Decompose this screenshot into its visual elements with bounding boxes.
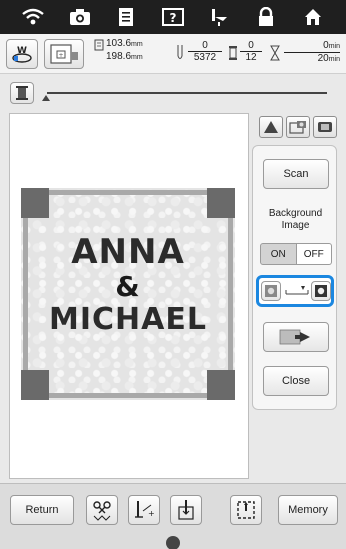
background-on-button[interactable]: ON [260, 243, 297, 265]
stitch-total: 5372 [188, 51, 222, 63]
camera-icon[interactable] [66, 5, 94, 29]
help-icon[interactable]: ? [159, 5, 187, 29]
triangle-icon [264, 121, 278, 133]
time-total: 20 [317, 53, 329, 64]
hourglass-icon [270, 45, 280, 61]
presser-foot-w-button[interactable]: W [6, 39, 38, 69]
clock-icon[interactable] [166, 536, 180, 549]
top-status-bar: ? [0, 0, 346, 34]
background-label-line-1: Background [268, 208, 323, 219]
background-label-line-2: Image [281, 220, 310, 231]
color-total: 12 [240, 51, 262, 63]
size-icon [94, 39, 104, 51]
design-text-line-2: & [115, 270, 141, 303]
embroidery-canvas[interactable]: ANNA & MICHAEL [9, 113, 249, 479]
trial-frame-button[interactable] [230, 495, 262, 525]
size-width-value: 103.6 [106, 38, 132, 49]
corner-marker-top-left [21, 188, 49, 218]
starting-point-icon [178, 500, 194, 520]
close-button[interactable]: Close [263, 366, 329, 396]
color-count: 0 12 [240, 40, 262, 63]
view-sensor-button[interactable] [259, 116, 283, 138]
size-height-unit: mm [131, 54, 143, 61]
progress-row [0, 76, 346, 110]
svg-text:?: ? [169, 11, 176, 25]
color-current: 0 [248, 40, 254, 51]
size-width-readout: 103.6mm [106, 38, 143, 51]
background-image-panel: Scan Background Image ON OFF Close [252, 145, 337, 410]
stitch-progress-track[interactable] [47, 92, 327, 94]
time-total-unit: min [328, 56, 340, 63]
document-icon[interactable] [112, 5, 140, 29]
size-width-unit: mm [131, 41, 143, 48]
thread-color-button[interactable] [10, 82, 34, 104]
trial-frame-icon [237, 501, 255, 519]
frame-edge-top [21, 190, 235, 195]
spool-icon [16, 86, 28, 100]
lock-icon[interactable] [252, 5, 280, 29]
needle-plus-minus-icon: + [135, 501, 155, 518]
transparency-control [256, 275, 334, 307]
needle-count-icon [177, 45, 183, 59]
projector-view-button[interactable] [313, 116, 337, 138]
transparency-increase-button[interactable] [311, 281, 331, 301]
transparency-level-indicator [285, 286, 309, 295]
design-text-line-1: ANNA [71, 232, 185, 272]
info-bar: W + 103.6mm 198.6mm 0 5372 0 12 0min 20m… [0, 34, 346, 74]
send-image-icon [279, 329, 310, 345]
wifi-icon[interactable] [19, 5, 47, 29]
thread-spool-icon [229, 46, 237, 60]
background-toggle: ON OFF [260, 243, 332, 265]
projector-icon [318, 122, 332, 132]
sun-bright-icon [315, 285, 327, 297]
camera-view-icon [289, 121, 306, 134]
embroidery-frame-icon: + [50, 44, 78, 64]
sun-dim-icon [265, 285, 277, 297]
size-height-readout: 198.6mm [106, 51, 143, 64]
corner-marker-bottom-left [21, 370, 49, 400]
memory-button[interactable]: Memory [278, 495, 338, 525]
frame-edge-bottom [21, 393, 235, 398]
svg-text:+: + [58, 52, 63, 59]
bottom-toolbar: Return + Memory [0, 483, 346, 549]
stitch-count: 0 5372 [188, 40, 222, 63]
needle-position-button[interactable]: + [128, 495, 160, 525]
design-text-line-3: MICHAEL [49, 302, 207, 337]
home-icon[interactable] [299, 5, 327, 29]
size-height-value: 198.6 [106, 51, 132, 62]
scan-button[interactable]: Scan [263, 159, 329, 189]
starting-point-button[interactable] [170, 495, 202, 525]
send-image-button[interactable] [263, 322, 329, 352]
corner-marker-top-right [207, 188, 235, 218]
scissors-icon [93, 501, 111, 521]
background-off-button[interactable]: OFF [296, 243, 332, 265]
embroidery-frame-button[interactable]: + [44, 39, 84, 69]
presser-foot-w-icon: W [12, 46, 32, 63]
corner-marker-bottom-right [207, 370, 235, 400]
time-current-unit: min [328, 43, 340, 50]
stitch-progress-marker[interactable] [42, 95, 50, 101]
background-image: ANNA & MICHAEL [21, 188, 235, 400]
stitch-current: 0 [202, 40, 208, 51]
thread-cut-button[interactable] [86, 495, 118, 525]
needle-thread-icon[interactable] [206, 5, 234, 29]
svg-text:+: + [148, 509, 155, 518]
return-button[interactable]: Return [10, 495, 74, 525]
camera-view-button[interactable] [286, 116, 310, 138]
sewing-time: 0min 20min [284, 40, 340, 65]
transparency-decrease-button[interactable] [261, 281, 281, 301]
